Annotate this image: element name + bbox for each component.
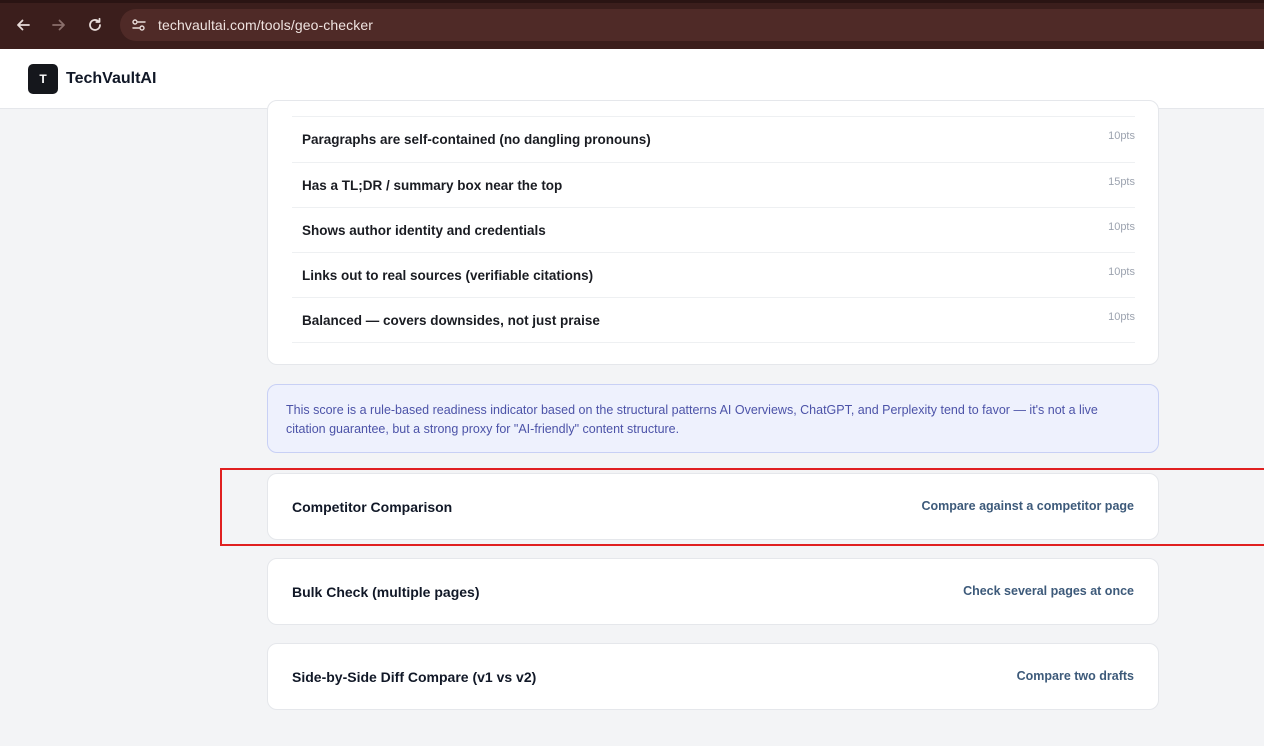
divider xyxy=(292,342,1135,343)
checklist-row: Paragraphs are self-contained (no dangli… xyxy=(292,116,1135,161)
checklist-label: Shows author identity and credentials xyxy=(302,223,546,238)
checklist-points: 15pts xyxy=(1108,176,1135,188)
reload-icon[interactable] xyxy=(82,12,108,38)
checklist-card: Paragraphs are self-contained (no dangli… xyxy=(267,100,1159,365)
forward-icon[interactable] xyxy=(46,12,72,38)
url-text[interactable]: techvaultai.com/tools/geo-checker xyxy=(158,17,373,33)
highlight-box xyxy=(220,468,1264,546)
brand-name[interactable]: TechVaultAI xyxy=(66,70,156,88)
checklist-row: Balanced — covers downsides, not just pr… xyxy=(292,297,1135,342)
tab-strip xyxy=(0,0,1264,3)
logo[interactable]: T xyxy=(28,64,58,94)
back-icon[interactable] xyxy=(10,12,36,38)
checklist-label: Balanced — covers downsides, not just pr… xyxy=(302,313,600,328)
checklist-row: Has a TL;DR / summary box near the top 1… xyxy=(292,162,1135,207)
browser-toolbar: techvaultai.com/tools/geo-checker xyxy=(0,0,1264,49)
checklist-points: 10pts xyxy=(1108,221,1135,233)
checklist-row: Shows author identity and credentials 10… xyxy=(292,207,1135,252)
checklist-label: Has a TL;DR / summary box near the top xyxy=(302,178,563,193)
checklist-points: 10pts xyxy=(1108,311,1135,323)
feature-title: Bulk Check (multiple pages) xyxy=(292,584,480,600)
checklist-label: Paragraphs are self-contained (no dangli… xyxy=(302,132,651,147)
site-info-icon[interactable] xyxy=(130,16,148,34)
feature-title: Side-by-Side Diff Compare (v1 vs v2) xyxy=(292,669,537,685)
address-bar[interactable]: techvaultai.com/tools/geo-checker xyxy=(120,9,1264,41)
checklist-row: Links out to real sources (verifiable ci… xyxy=(292,252,1135,297)
compare-drafts-link[interactable]: Compare two drafts xyxy=(1017,669,1134,683)
feature-card-diff-compare: Side-by-Side Diff Compare (v1 vs v2) Com… xyxy=(267,643,1159,710)
feature-card-bulk-check: Bulk Check (multiple pages) Check severa… xyxy=(267,558,1159,625)
bulk-check-link[interactable]: Check several pages at once xyxy=(963,584,1134,598)
checklist-points: 10pts xyxy=(1108,130,1135,142)
score-disclaimer-note: This score is a rule-based readiness ind… xyxy=(267,384,1159,453)
checklist-points: 10pts xyxy=(1108,266,1135,278)
checklist-label: Links out to real sources (verifiable ci… xyxy=(302,268,594,283)
